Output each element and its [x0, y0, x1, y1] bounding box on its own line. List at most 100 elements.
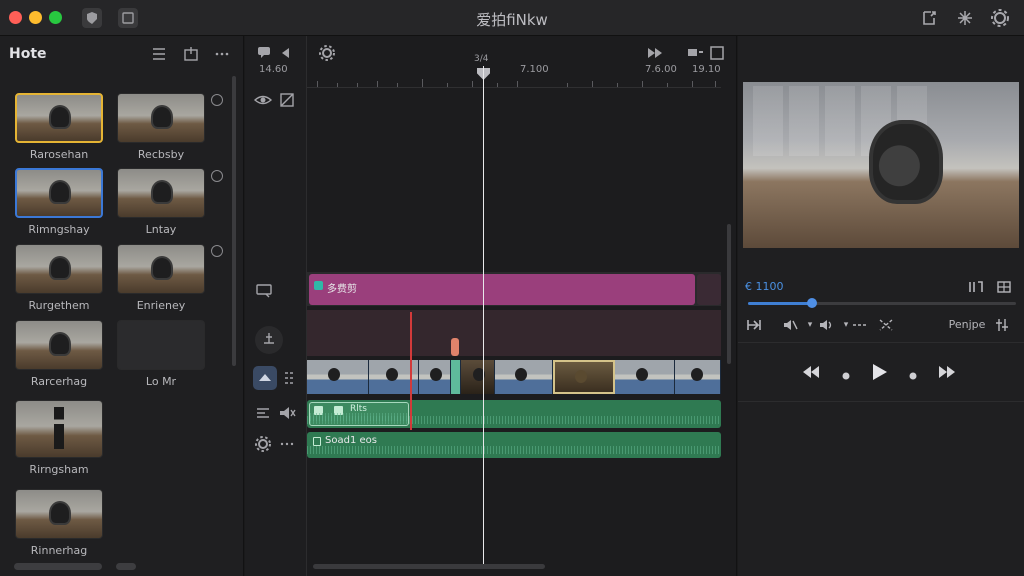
clip-thumbnail — [15, 320, 103, 370]
fast-forward-button[interactable] — [936, 361, 958, 387]
clip-thumbnail — [15, 489, 103, 539]
clip-label: Rurgethem — [28, 299, 90, 312]
clip-thumbnail — [15, 244, 103, 294]
mute-audio-icon[interactable] — [780, 316, 800, 334]
search-icon[interactable] — [211, 245, 223, 257]
clip-item[interactable]: Lntay — [117, 168, 205, 236]
video-clip-frame[interactable] — [307, 360, 369, 394]
fit-icon[interactable] — [994, 278, 1014, 296]
viewer-mode-label[interactable]: Penjpe — [944, 316, 990, 334]
audio-clip-b[interactable]: Soad1 eos — [307, 432, 721, 458]
sparkle-icon[interactable] — [954, 7, 976, 29]
playback-slider-fill — [748, 302, 813, 305]
more-icon[interactable] — [212, 44, 232, 64]
timeline-panel: 14.60 3/4 7.100 7.6.00 19.10 多费剪 Rlts So… — [245, 36, 737, 576]
clip-thumbnail — [117, 93, 205, 143]
settings-small-icon[interactable] — [253, 434, 273, 454]
browser-scroll-thumb[interactable] — [116, 563, 136, 570]
title-clip-tail[interactable] — [697, 274, 721, 305]
comment-icon[interactable] — [255, 43, 275, 63]
share-icon[interactable] — [918, 7, 940, 29]
fast-forward-icon[interactable] — [645, 43, 665, 63]
eye-icon[interactable] — [253, 90, 273, 110]
volume-icon[interactable] — [816, 316, 836, 334]
overlay-marker[interactable] — [451, 338, 459, 356]
video-clip-frame[interactable] — [495, 360, 553, 394]
video-clip-frame[interactable] — [419, 360, 451, 394]
list-view-icon[interactable] — [149, 44, 169, 64]
viewer-panel: € 1100 ▾ ▾ Penjpe — [738, 36, 1024, 576]
grid-icon[interactable] — [280, 368, 300, 388]
clip-thumbnail — [117, 320, 205, 370]
clip-item[interactable]: Recbsby — [117, 93, 205, 161]
timeline-horizontal-scrollbar[interactable] — [313, 564, 545, 569]
clip-item[interactable]: Rirngsham — [15, 400, 103, 476]
overlay-track — [307, 310, 721, 356]
media-browser: Hote Rarosehan Recbsby Rimngshay Lntay R… — [0, 36, 244, 576]
mute-icon[interactable] — [277, 403, 297, 423]
clip-height-icon[interactable] — [685, 43, 705, 63]
browser-scrollbar[interactable] — [232, 76, 236, 366]
clip-item[interactable]: Rurgethem — [15, 244, 103, 312]
timeline-vertical-scrollbar[interactable] — [727, 224, 731, 364]
track-header-column — [245, 36, 307, 576]
adjust-icon[interactable] — [992, 316, 1012, 334]
clip-item[interactable]: Rimngshay — [15, 168, 103, 236]
transition-marker[interactable] — [451, 360, 461, 394]
video-track-icon[interactable] — [253, 366, 277, 390]
clip-label: Rinnerhag — [30, 544, 88, 557]
headphones-image — [869, 120, 943, 204]
viewer-divider — [738, 342, 1024, 343]
rewind-button[interactable] — [800, 361, 822, 387]
clip-item[interactable]: Enrieney — [117, 244, 205, 312]
speed-icon[interactable] — [850, 316, 870, 334]
split-icon[interactable] — [876, 316, 896, 334]
video-clip-frame[interactable] — [615, 360, 675, 394]
title-track: 多费剪 — [307, 272, 721, 306]
list-icon[interactable] — [253, 403, 273, 423]
clip-label: Rimngshay — [28, 223, 90, 236]
viewer-options-icon[interactable] — [966, 278, 986, 296]
clip-item[interactable]: Rarcerhag — [15, 320, 103, 388]
more-horizontal-icon[interactable] — [277, 434, 297, 454]
playback-slider-knob[interactable] — [807, 298, 818, 308]
title-clip[interactable]: 多费剪 — [309, 274, 695, 305]
clip-label: Rarcerhag — [30, 375, 88, 388]
clip-item[interactable]: Lo Mr — [117, 320, 205, 388]
playhead-line[interactable] — [483, 66, 484, 564]
rewind-small-icon[interactable] — [275, 43, 295, 63]
browser-horizontal-scrollbar[interactable] — [14, 563, 102, 570]
gear-icon[interactable] — [989, 7, 1011, 29]
primary-video-track — [307, 360, 721, 394]
crop-icon[interactable] — [277, 90, 297, 110]
clip-status-icon — [211, 94, 223, 106]
audio-clip-b-label: Soad1 eos — [325, 435, 377, 446]
settings-icon[interactable] — [317, 43, 337, 63]
trim-icon[interactable] — [744, 316, 764, 334]
browser-title: Hote — [9, 46, 47, 62]
title-clip-label: 多费剪 — [327, 284, 357, 295]
clip-thumbnail — [117, 244, 205, 294]
clip-thumbnail — [117, 168, 205, 218]
playback-slider[interactable] — [748, 298, 1016, 308]
clip-label: Enrieney — [136, 299, 186, 312]
viewer-divider — [738, 401, 1024, 402]
clip-item[interactable]: Rinnerhag — [15, 489, 103, 557]
video-clip-frame[interactable] — [461, 360, 495, 394]
clip-label: Recbsby — [137, 148, 185, 161]
video-clip-selected[interactable] — [553, 360, 615, 394]
clip-item[interactable]: Rarosehan — [15, 93, 103, 161]
timecode-start: 14.60 — [259, 64, 288, 75]
video-clip-frame[interactable] — [675, 360, 721, 394]
next-dot[interactable] — [907, 367, 919, 386]
play-button[interactable] — [868, 361, 890, 387]
clip-label: Lo Mr — [145, 375, 177, 388]
export-icon[interactable] — [181, 44, 201, 64]
timeline-ruler[interactable] — [307, 74, 721, 88]
previous-dot[interactable] — [840, 367, 852, 386]
clip-thumbnail — [15, 168, 103, 218]
caption-icon[interactable] — [254, 280, 274, 300]
zoom-icon[interactable] — [707, 43, 727, 63]
mic-icon[interactable] — [255, 326, 283, 354]
video-preview[interactable] — [743, 82, 1019, 248]
